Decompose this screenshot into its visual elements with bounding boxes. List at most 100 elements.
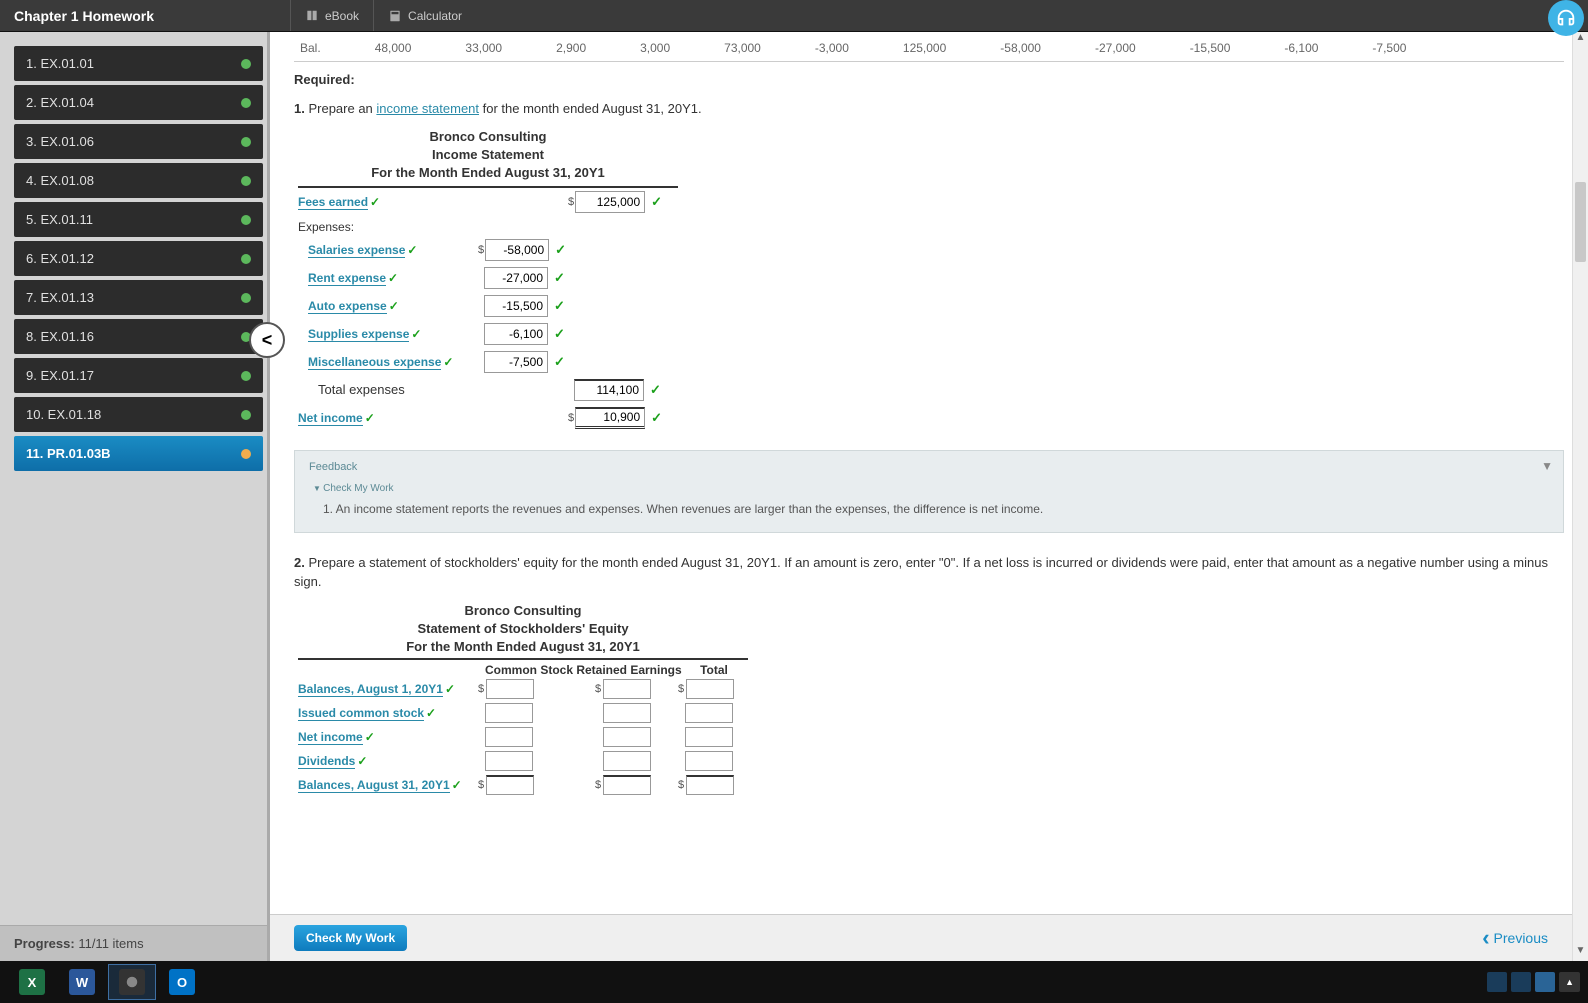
nav-item-6[interactable]: 6. EX.01.12 (14, 241, 263, 276)
dividends-dropdown[interactable]: Dividends✓ (298, 754, 478, 768)
stockholders-equity-table: Bronco Consulting Statement of Stockhold… (298, 602, 748, 798)
ni-re-input[interactable] (603, 727, 651, 747)
balance-row: Bal.48,00033,0002,9003,00073,000-3,00012… (294, 38, 1564, 62)
check-icon: ✓ (365, 730, 375, 744)
assignment-title: Chapter 1 Homework (0, 0, 290, 31)
balances-begin-total-input[interactable] (686, 679, 734, 699)
feedback-collapse-button[interactable]: ▼ (1541, 459, 1553, 473)
status-done-icon (241, 293, 251, 303)
check-icon: ✓ (650, 382, 661, 398)
taskbar-excel[interactable]: X (8, 964, 56, 1000)
ni-total-input[interactable] (685, 727, 733, 747)
fees-earned-input[interactable] (575, 191, 645, 213)
tray-show-desktop[interactable]: ▲ (1559, 972, 1580, 992)
balances-end-dropdown[interactable]: Balances, August 31, 20Y1✓ (298, 778, 478, 792)
div-re-input[interactable] (603, 751, 651, 771)
check-my-work-heading: Check My Work (313, 483, 1549, 494)
issued-re-input[interactable] (603, 703, 651, 723)
balances-end-re-input[interactable] (603, 775, 651, 795)
check-icon: ✓ (370, 195, 380, 209)
status-partial-icon (241, 449, 251, 459)
income-statement-link[interactable]: income statement (376, 101, 479, 116)
nav-item-11[interactable]: 11. PR.01.03B (14, 436, 263, 471)
word-icon: W (69, 969, 95, 995)
nav-item-8[interactable]: 8. EX.01.16 (14, 319, 263, 354)
progress-label: Progress: (14, 936, 75, 951)
help-button[interactable] (1548, 0, 1584, 36)
calculator-icon (388, 9, 402, 23)
balances-begin-re-input[interactable] (603, 679, 651, 699)
headset-icon (1555, 7, 1577, 29)
status-done-icon (241, 410, 251, 420)
tray-button-3[interactable] (1535, 972, 1555, 992)
supplies-expense-dropdown[interactable]: Supplies expense✓ (298, 327, 478, 341)
check-icon: ✓ (554, 326, 565, 342)
check-my-work-button[interactable]: Check My Work (294, 925, 407, 951)
total-expenses-label: Total expenses (298, 382, 478, 397)
balances-begin-dropdown[interactable]: Balances, August 1, 20Y1✓ (298, 682, 478, 696)
scroll-up-arrow-icon[interactable]: ▲ (1573, 32, 1588, 48)
net-income-dropdown[interactable]: Net income✓ (298, 411, 478, 425)
status-done-icon (241, 254, 251, 264)
ni-cs-input[interactable] (485, 727, 533, 747)
balances-begin-cs-input[interactable] (486, 679, 534, 699)
auto-expense-input[interactable] (484, 295, 548, 317)
fees-earned-dropdown[interactable]: Fees earned✓ (298, 195, 478, 209)
chevron-left-icon: ‹ (1482, 925, 1489, 951)
misc-expense-dropdown[interactable]: Miscellaneous expense✓ (298, 355, 478, 369)
vertical-scrollbar[interactable]: ▲ ▼ (1572, 32, 1588, 961)
div-cs-input[interactable] (485, 751, 533, 771)
check-icon: ✓ (357, 754, 367, 768)
content-area: Bal.48,00033,0002,9003,00073,000-3,00012… (270, 32, 1588, 961)
issued-stock-dropdown[interactable]: Issued common stock✓ (298, 706, 478, 720)
check-icon: ✓ (554, 270, 565, 286)
balances-end-total-input[interactable] (686, 775, 734, 795)
tray-button-1[interactable] (1487, 972, 1507, 992)
total-expenses-input[interactable] (574, 379, 644, 401)
div-total-input[interactable] (685, 751, 733, 771)
rent-expense-dropdown[interactable]: Rent expense✓ (298, 271, 478, 285)
salaries-expense-input[interactable] (485, 239, 549, 261)
rent-expense-input[interactable] (484, 267, 548, 289)
nav-item-5[interactable]: 5. EX.01.11 (14, 202, 263, 237)
status-done-icon (241, 371, 251, 381)
tray-button-2[interactable] (1511, 972, 1531, 992)
nav-item-4[interactable]: 4. EX.01.08 (14, 163, 263, 198)
check-icon: ✓ (555, 242, 566, 258)
taskbar-app[interactable] (108, 964, 156, 1000)
nav-item-2[interactable]: 2. EX.01.04 (14, 85, 263, 120)
previous-button[interactable]: ‹ Previous (1482, 925, 1548, 951)
nav-item-10[interactable]: 10. EX.01.18 (14, 397, 263, 432)
collapse-sidebar-button[interactable]: < (249, 322, 285, 358)
nav-item-9[interactable]: 9. EX.01.17 (14, 358, 263, 393)
net-income-input[interactable] (575, 407, 645, 429)
taskbar-word[interactable]: W (58, 964, 106, 1000)
status-done-icon (241, 137, 251, 147)
calculator-button[interactable]: Calculator (373, 0, 476, 31)
salaries-expense-dropdown[interactable]: Salaries expense✓ (298, 243, 478, 257)
scrollbar-thumb[interactable] (1575, 182, 1586, 262)
issued-total-input[interactable] (685, 703, 733, 723)
column-headers: Common Stock Retained Earnings Total (298, 660, 748, 677)
progress-bar: Progress: 11/11 items (0, 925, 267, 961)
calculator-label: Calculator (408, 9, 462, 23)
taskbar-outlook[interactable]: O (158, 964, 206, 1000)
nav-item-3[interactable]: 3. EX.01.06 (14, 124, 263, 159)
content-footer: Check My Work ‹ Previous (270, 914, 1572, 961)
balances-end-cs-input[interactable] (486, 775, 534, 795)
net-income-row-dropdown[interactable]: Net income✓ (298, 730, 478, 744)
supplies-expense-input[interactable] (484, 323, 548, 345)
sidebar: 1. EX.01.01 2. EX.01.04 3. EX.01.06 4. E… (0, 32, 270, 961)
windows-taskbar: X W O ▲ (0, 961, 1588, 1003)
nav-item-1[interactable]: 1. EX.01.01 (14, 46, 263, 81)
check-icon: ✓ (443, 355, 453, 369)
misc-expense-input[interactable] (484, 351, 548, 373)
nav-item-7[interactable]: 7. EX.01.13 (14, 280, 263, 315)
issued-cs-input[interactable] (485, 703, 533, 723)
auto-expense-dropdown[interactable]: Auto expense✓ (298, 299, 478, 313)
scroll-down-arrow-icon[interactable]: ▼ (1573, 945, 1588, 961)
ebook-button[interactable]: eBook (290, 0, 373, 31)
check-icon: ✓ (388, 271, 398, 285)
check-icon: ✓ (365, 411, 375, 425)
feedback-title: Feedback (309, 461, 1549, 473)
